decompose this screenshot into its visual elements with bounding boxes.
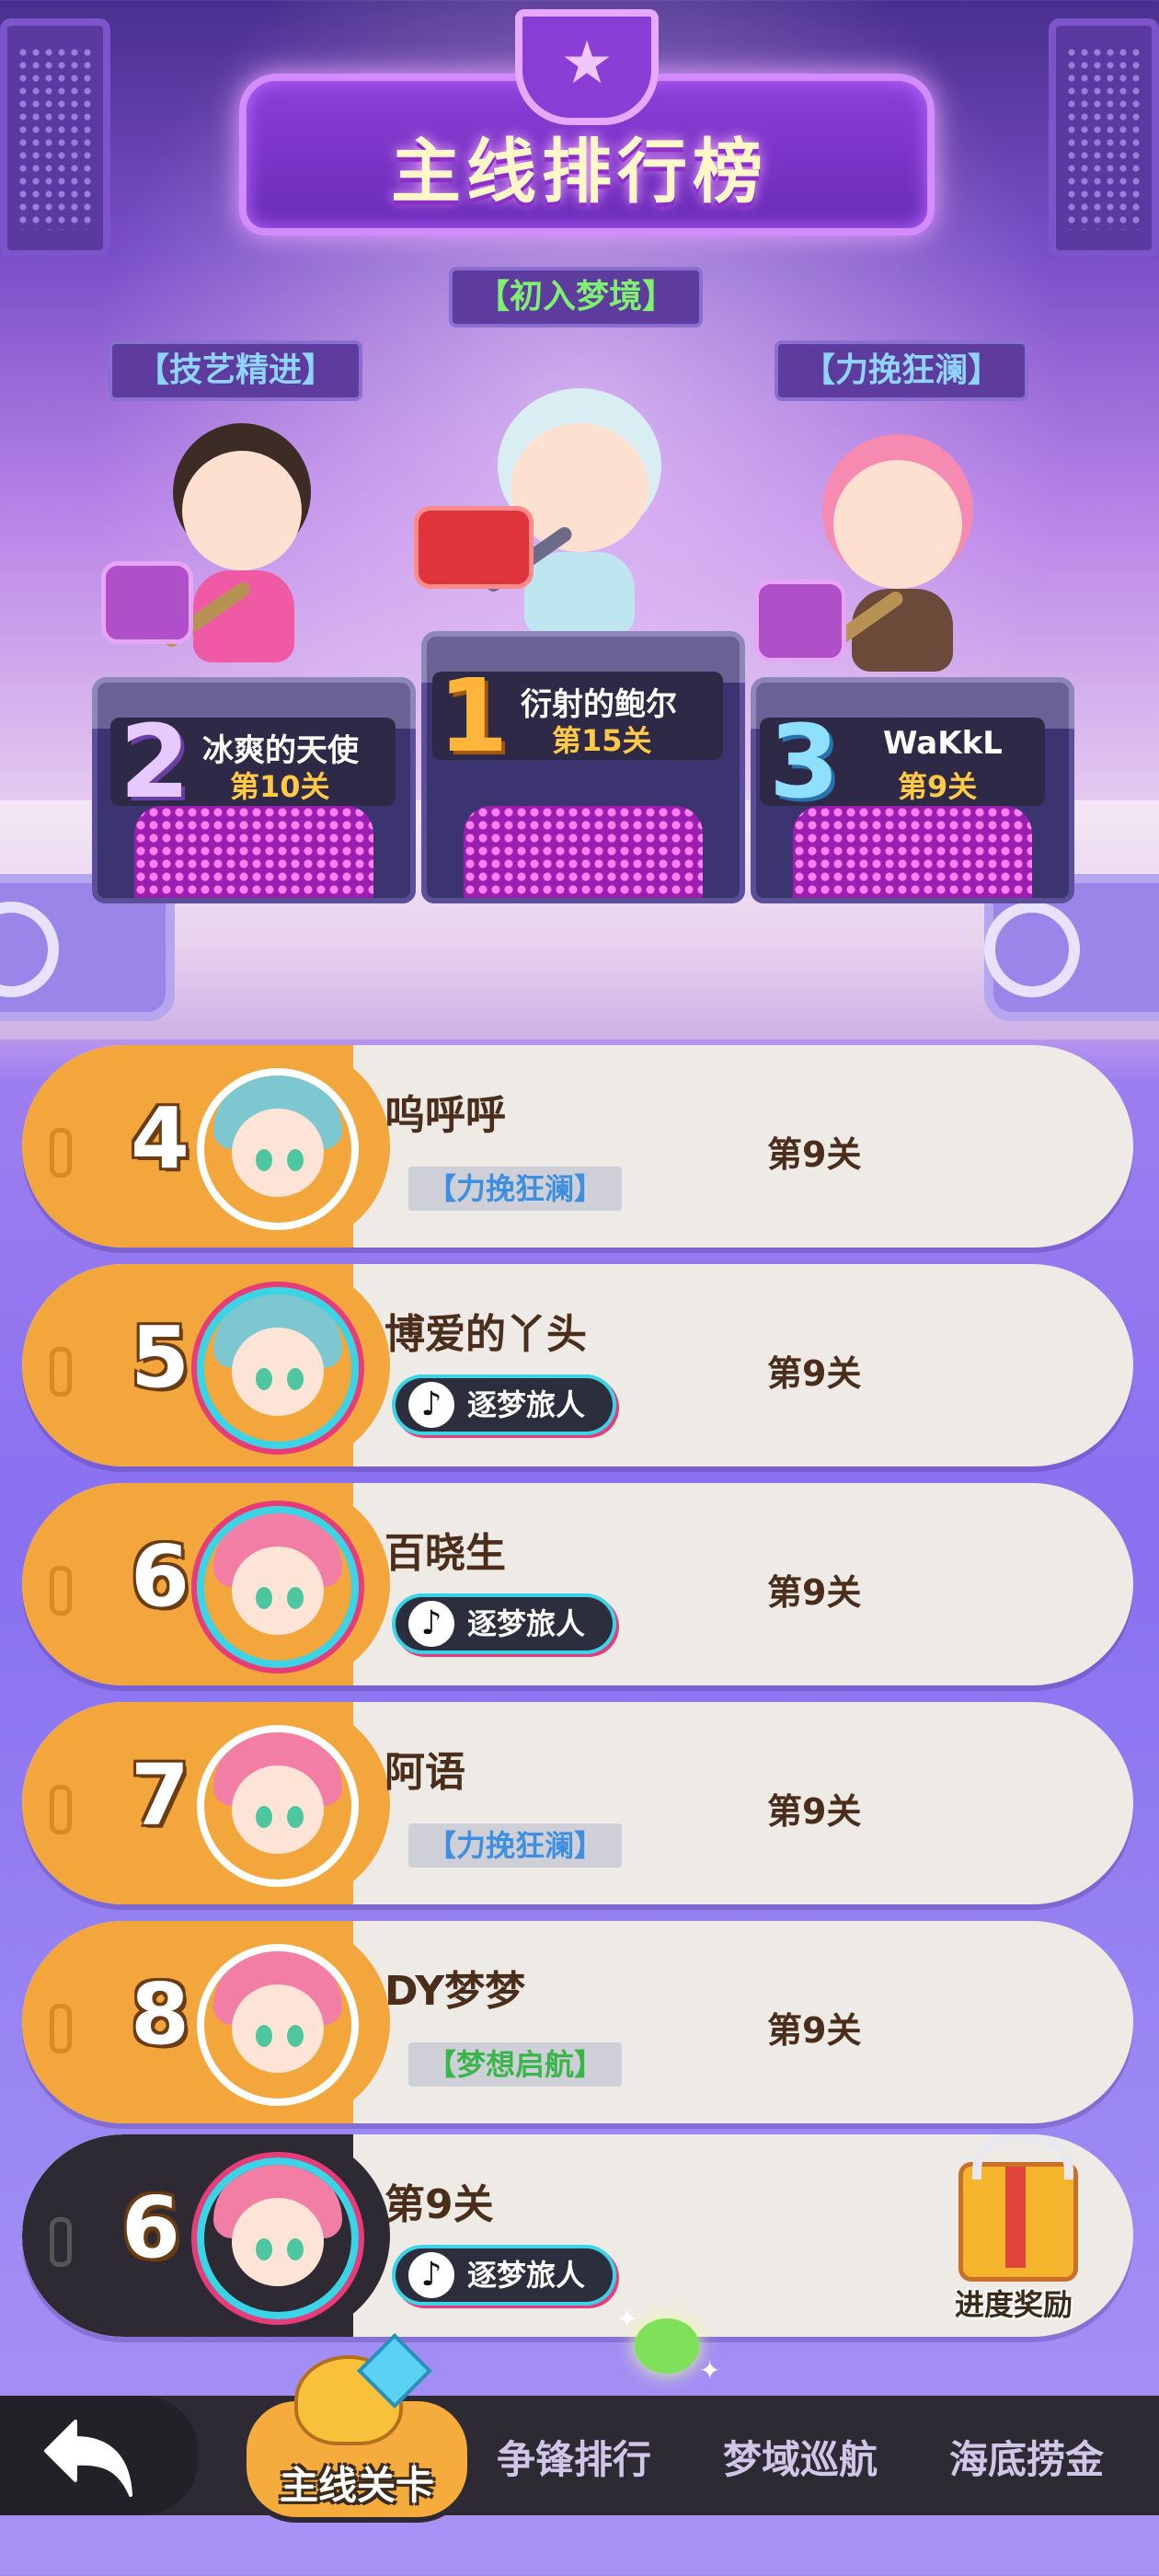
avatar[interactable] [197,1944,359,2106]
ranking-row[interactable]: 8 DY梦梦 第9关 【梦想启航】 [22,1921,1133,2123]
second-place-character[interactable] [101,432,340,690]
sparkle-icon: ✦ [616,2304,638,2334]
progress-reward-label: 进度奖励 [954,2287,1073,2322]
self-rank: 6 [121,2179,181,2277]
tab-dream-cruise[interactable]: 梦域巡航 [723,2429,878,2485]
gift-box-icon [958,2134,1078,2282]
first-place-tag: 【初入梦境】 [449,267,704,328]
player-level: 第9关 [767,1353,862,1394]
third-place-character[interactable] [754,442,1003,690]
tab-competition-ranking[interactable]: 争锋排行 [497,2429,651,2485]
tiktok-icon: ♪ [408,1382,454,1428]
player-level: 第9关 [767,2010,862,2051]
second-place-rank: 2 [120,703,190,821]
avatar[interactable] [197,1287,359,1449]
first-place-rank: 1 [438,657,509,775]
player-title: 【梦想启航】 [408,2042,623,2087]
self-level: 第9关 [384,2181,494,2228]
third-place-tag: 【力挽狂澜】 [775,340,1029,401]
third-place-rank: 3 [769,703,840,821]
ranking-row[interactable]: 5 博爱的丫头 第9关 ♪ 逐梦旅人 [22,1264,1133,1466]
avatar[interactable] [197,1068,359,1230]
back-button[interactable] [0,2396,198,2515]
progress-reward-button[interactable]: 进度奖励 [940,2134,1087,2328]
player-name: 百晓生 [384,1530,506,1577]
tab-seabed-gold[interactable]: 海底捞金 [949,2429,1104,2485]
ranking-row[interactable]: 6 百晓生 第9关 ♪ 逐梦旅人 [22,1483,1133,1685]
trophy-icon: ★ [515,9,659,125]
avatar[interactable] [197,1506,359,1668]
second-place-tag: 【技艺精进】 [109,340,363,401]
badge-label: 逐梦旅人 [467,2258,586,2293]
tiktok-icon: ♪ [408,1601,454,1647]
row-rank: 5 [131,1308,190,1407]
player-title: 【力挽狂澜】 [408,1823,623,1868]
second-place-plate[interactable]: 2 冰爽的天使 第10关 [110,703,396,821]
third-place-plate[interactable]: 3 WaKkL 第9关 [760,703,1045,821]
tab-main-stages-label: 主线关卡 [279,2463,434,2508]
row-rank: 7 [131,1746,190,1845]
player-level: 第9关 [767,1572,862,1613]
avatar[interactable] [197,1725,359,1887]
tiktok-badge: ♪ 逐梦旅人 [396,1378,614,1432]
left-speaker [0,18,110,258]
player-level: 第9关 [767,1791,862,1832]
row-rank: 8 [131,1965,190,2064]
tiktok-icon: ♪ [408,2252,454,2298]
ranking-row[interactable]: 7 阿语 第9关 【力挽狂澜】 [22,1702,1133,1904]
player-level: 第9关 [767,1134,862,1175]
player-name: 呜呼呼 [384,1092,506,1139]
tiktok-badge: ♪ 逐梦旅人 [396,1597,614,1650]
row-rank: 4 [131,1089,190,1188]
third-place-level: 第9关 [898,769,978,804]
first-place-character[interactable] [414,414,690,653]
row-rank: 6 [131,1527,190,1626]
player-name: 阿语 [384,1749,465,1796]
badge-label: 逐梦旅人 [467,1606,586,1641]
self-avatar[interactable] [197,2157,359,2319]
right-speaker [1049,18,1159,258]
third-place-name: WaKkL [883,725,1003,762]
player-name: DY梦梦 [384,1968,526,2015]
badge-label: 逐梦旅人 [467,1387,586,1422]
sparkle-icon: ✦ [699,2355,721,2386]
tiktok-badge: ♪ 逐梦旅人 [396,2248,614,2302]
player-name: 博爱的丫头 [384,1311,587,1358]
frog-sprite [635,2318,699,2374]
self-ranking-row[interactable]: 6 第9关 ♪ 逐梦旅人 进度奖励 [22,2134,1133,2337]
ranking-row[interactable]: 4 呜呼呼 第9关 【力挽狂澜】 [22,1045,1133,1248]
second-place-level: 第10关 [230,769,330,804]
first-place-level: 第15关 [552,723,652,758]
player-title: 【力挽狂澜】 [408,1167,623,1211]
first-place-plate[interactable]: 1 衍射的鲍尔 第15关 [432,657,723,775]
page-title: 主线排行榜 [391,131,768,213]
back-arrow-icon [44,2420,132,2497]
